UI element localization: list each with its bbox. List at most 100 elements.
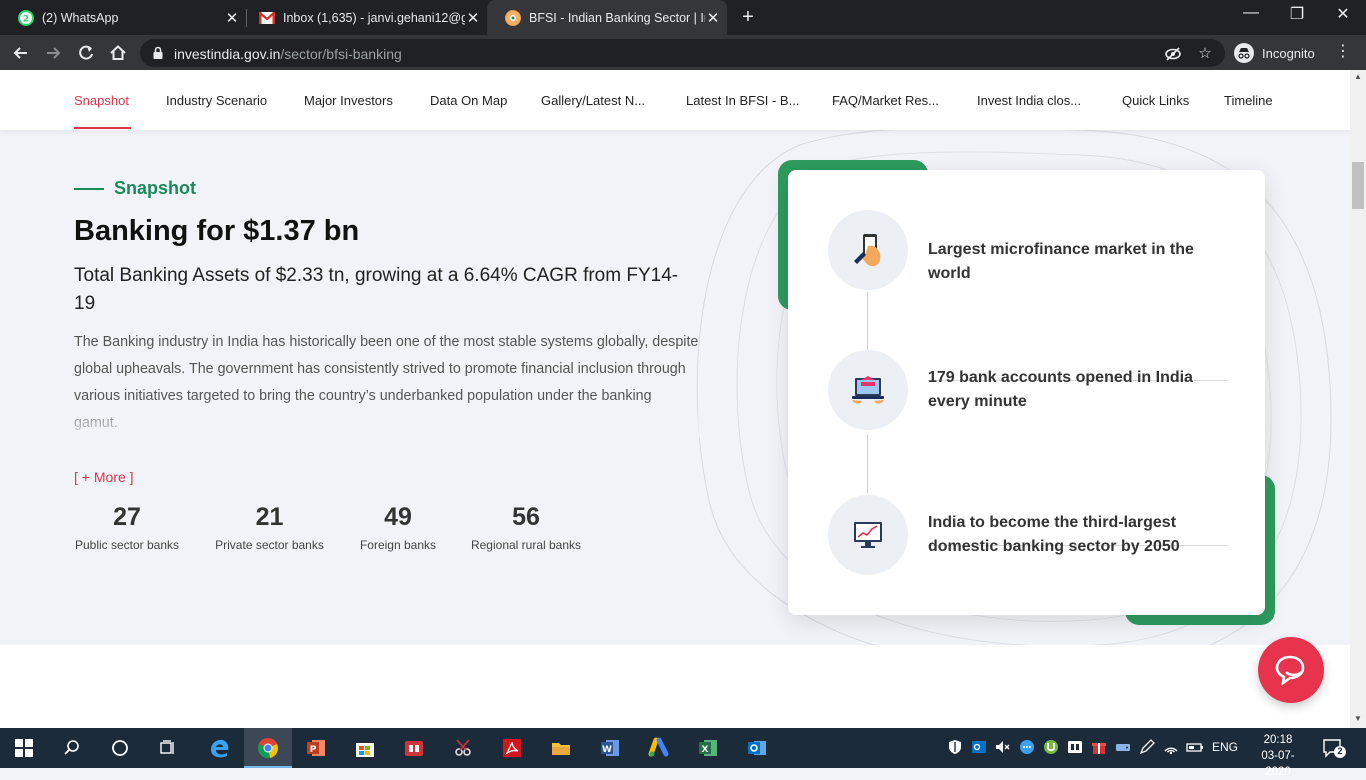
section-nav: Snapshot Industry Scenario Major Investo… <box>0 70 1350 130</box>
acrobat-icon[interactable] <box>500 736 524 760</box>
excel-icon[interactable]: X <box>696 736 720 760</box>
new-tab-button[interactable]: + <box>738 6 758 29</box>
wifi-icon[interactable] <box>1162 738 1180 759</box>
fact-text: India to become the third-largest domest… <box>928 514 1180 555</box>
phone-hand-icon <box>828 210 908 290</box>
incognito-indicator[interactable]: Incognito <box>1234 43 1315 63</box>
lock-icon <box>153 46 163 59</box>
forward-arrow-icon <box>47 47 61 59</box>
nav-data-on-map[interactable]: Data On Map <box>430 93 507 108</box>
clock-date: 03-07-2020 <box>1261 750 1295 778</box>
browser-menu-button[interactable]: ⋮ <box>1333 44 1353 60</box>
scroll-up-arrow-icon[interactable]: ▲ <box>1353 72 1363 81</box>
url-text: investindia.gov.in/sector/bfsi-banking <box>174 46 402 62</box>
fact-text: 179 bank accounts opened in India every … <box>928 369 1193 410</box>
close-tab-icon[interactable]: ✕ <box>465 9 481 27</box>
back-button[interactable] <box>10 42 32 64</box>
scrollbar-thumb[interactable] <box>1352 162 1364 209</box>
section-label: Snapshot <box>74 178 196 199</box>
outlook-icon[interactable] <box>745 736 769 760</box>
close-window-button[interactable]: ✕ <box>1328 4 1358 24</box>
tray-chat-icon[interactable] <box>1018 738 1036 759</box>
stat-private-sector-banks: 21 Private sector banks <box>214 503 325 552</box>
nav-quick-links[interactable]: Quick Links <box>1122 93 1189 108</box>
page-viewport: Snapshot Industry Scenario Major Investo… <box>0 70 1350 728</box>
tab-title: (2) WhatsApp <box>42 10 119 25</box>
tray-utorrent-icon[interactable] <box>1042 738 1060 759</box>
home-icon <box>110 45 126 60</box>
stat-value: 56 <box>512 503 540 531</box>
battery-icon[interactable] <box>1186 738 1204 759</box>
tab-whatsapp[interactable]: 2 (2) WhatsApp ✕ <box>0 0 246 35</box>
windows-taskbar: P W X ENG 20:18 03-07-2020 2 <box>0 728 1366 778</box>
nav-industry-scenario[interactable]: Industry Scenario <box>166 93 267 108</box>
input-language[interactable]: ENG <box>1212 740 1238 754</box>
minimize-button[interactable]: — <box>1236 4 1266 22</box>
close-tab-icon[interactable]: ✕ <box>224 9 240 27</box>
taskbar-clock[interactable]: 20:18 03-07-2020 <box>1250 732 1306 780</box>
nav-latest-in-bfsi[interactable]: Latest In BFSI - B... <box>686 93 799 108</box>
chat-bubbles-icon <box>1275 655 1305 686</box>
address-bar[interactable]: investindia.gov.in/sector/bfsi-banking ☆ <box>140 39 1225 67</box>
nav-gallery[interactable]: Gallery/Latest N... <box>541 93 645 108</box>
microsoft-store-icon[interactable] <box>353 736 377 760</box>
nav-timeline[interactable]: Timeline <box>1224 93 1273 108</box>
edge-browser-icon[interactable] <box>207 736 231 760</box>
tray-shield-icon[interactable] <box>946 738 964 759</box>
home-button[interactable] <box>107 42 129 64</box>
stat-value: 49 <box>384 503 412 531</box>
section-label-text: Snapshot <box>114 178 197 198</box>
growth-chart-icon <box>828 495 908 575</box>
chrome-icon[interactable] <box>256 736 280 760</box>
tray-outlook-icon[interactable] <box>970 738 988 759</box>
google-ads-icon[interactable] <box>647 736 671 760</box>
word-icon[interactable]: W <box>598 736 622 760</box>
facts-card: Largest microfinance market in the world… <box>788 170 1265 615</box>
tracking-eye-off-icon[interactable] <box>1164 45 1182 63</box>
more-link[interactable]: [ + More ] <box>74 469 134 485</box>
stat-value: 27 <box>113 503 141 531</box>
tab-gmail[interactable]: Inbox (1,635) - janvi.gehani12@g ✕ <box>241 0 487 35</box>
tab-bfsi[interactable]: BFSI - Indian Banking Sector | Inv ✕ <box>487 0 727 35</box>
page-headline: Banking for $1.37 bn <box>74 215 360 247</box>
tray-gift-icon[interactable] <box>1090 738 1108 759</box>
volume-muted-icon[interactable] <box>994 738 1012 759</box>
snipping-tool-icon[interactable] <box>451 736 475 760</box>
nav-snapshot[interactable]: Snapshot <box>74 93 129 108</box>
bookmark-star-icon[interactable]: ☆ <box>1196 45 1214 63</box>
task-view-icon[interactable] <box>156 736 180 760</box>
maximize-button[interactable]: ❐ <box>1282 4 1312 24</box>
reload-button[interactable] <box>75 42 97 64</box>
cortana-icon[interactable] <box>108 736 132 760</box>
tab-title: BFSI - Indian Banking Sector | Inv <box>529 10 705 25</box>
close-tab-icon[interactable]: ✕ <box>705 9 721 27</box>
tab-title: Inbox (1,635) - janvi.gehani12@g <box>283 10 465 25</box>
page-subheadline: Total Banking Assets of $2.33 tn, growin… <box>74 265 679 314</box>
nav-faq-market-research[interactable]: FAQ/Market Res... <box>832 93 939 108</box>
incognito-icon <box>1234 43 1254 63</box>
scroll-down-arrow-icon[interactable]: ▼ <box>1353 714 1363 723</box>
next-section-band <box>0 645 1350 728</box>
tray-pen-icon[interactable] <box>1138 738 1156 759</box>
fact-text: Largest microfinance market in the world <box>928 241 1194 282</box>
nav-major-investors[interactable]: Major Investors <box>304 93 393 108</box>
reader-app-icon[interactable] <box>402 736 426 760</box>
tray-network-drive-icon[interactable] <box>1114 738 1132 759</box>
nav-invest-india-close[interactable]: Invest India clos... <box>977 93 1081 108</box>
reload-icon <box>79 45 93 60</box>
tray-app-icon[interactable] <box>1066 738 1084 759</box>
search-icon[interactable] <box>60 736 84 760</box>
powerpoint-icon[interactable]: P <box>304 736 328 760</box>
stat-foreign-banks: 49 Foreign banks <box>359 503 437 552</box>
action-center-button[interactable]: 2 <box>1322 737 1346 762</box>
chat-button[interactable] <box>1258 637 1324 703</box>
whatsapp-icon: 2 <box>18 9 34 26</box>
clock-time: 20:18 <box>1263 734 1293 746</box>
file-explorer-icon[interactable] <box>549 736 573 760</box>
stat-label: Regional rural banks <box>470 538 582 552</box>
back-arrow-icon <box>13 47 27 59</box>
windows-start-icon[interactable] <box>12 736 36 760</box>
forward-button[interactable] <box>42 42 64 64</box>
page-scrollbar[interactable]: ▲ ▼ <box>1350 70 1366 728</box>
stat-label: Private sector banks <box>215 538 324 552</box>
